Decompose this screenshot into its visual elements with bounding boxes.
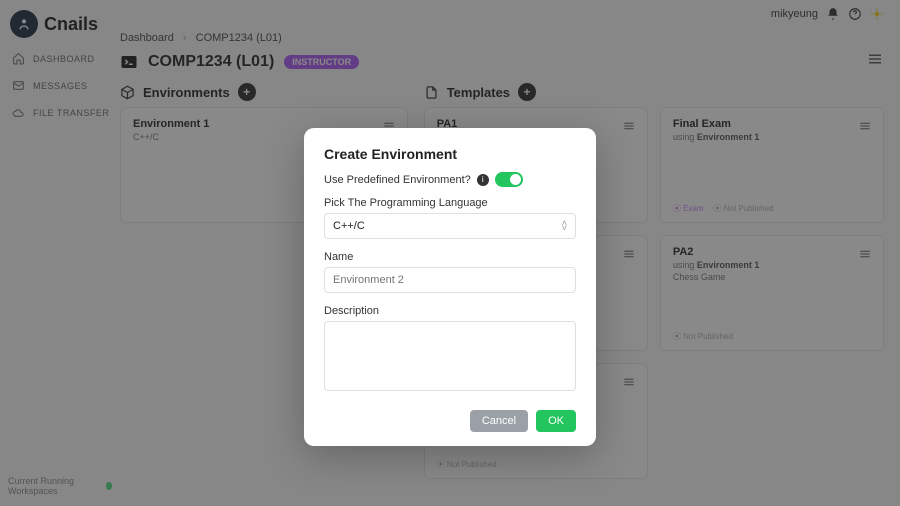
- predefined-toggle-row: Use Predefined Environment? i: [324, 172, 576, 187]
- select-chevron-icon: ˄˅: [562, 221, 567, 232]
- name-label: Name: [324, 251, 576, 263]
- modal-overlay[interactable]: Create Environment Use Predefined Enviro…: [0, 0, 900, 506]
- modal-title: Create Environment: [324, 146, 576, 162]
- toggle-label: Use Predefined Environment?: [324, 174, 471, 186]
- predefined-toggle[interactable]: [495, 172, 523, 187]
- create-environment-modal: Create Environment Use Predefined Enviro…: [304, 128, 596, 446]
- modal-buttons: Cancel OK: [324, 410, 576, 432]
- description-input[interactable]: [324, 321, 576, 391]
- description-label: Description: [324, 305, 576, 317]
- language-select[interactable]: C++/C ˄˅: [324, 213, 576, 239]
- ok-button[interactable]: OK: [536, 410, 576, 432]
- language-label: Pick The Programming Language: [324, 197, 576, 209]
- cancel-button[interactable]: Cancel: [470, 410, 528, 432]
- language-value: C++/C: [333, 220, 365, 232]
- name-input[interactable]: [324, 267, 576, 293]
- info-icon[interactable]: i: [477, 174, 489, 186]
